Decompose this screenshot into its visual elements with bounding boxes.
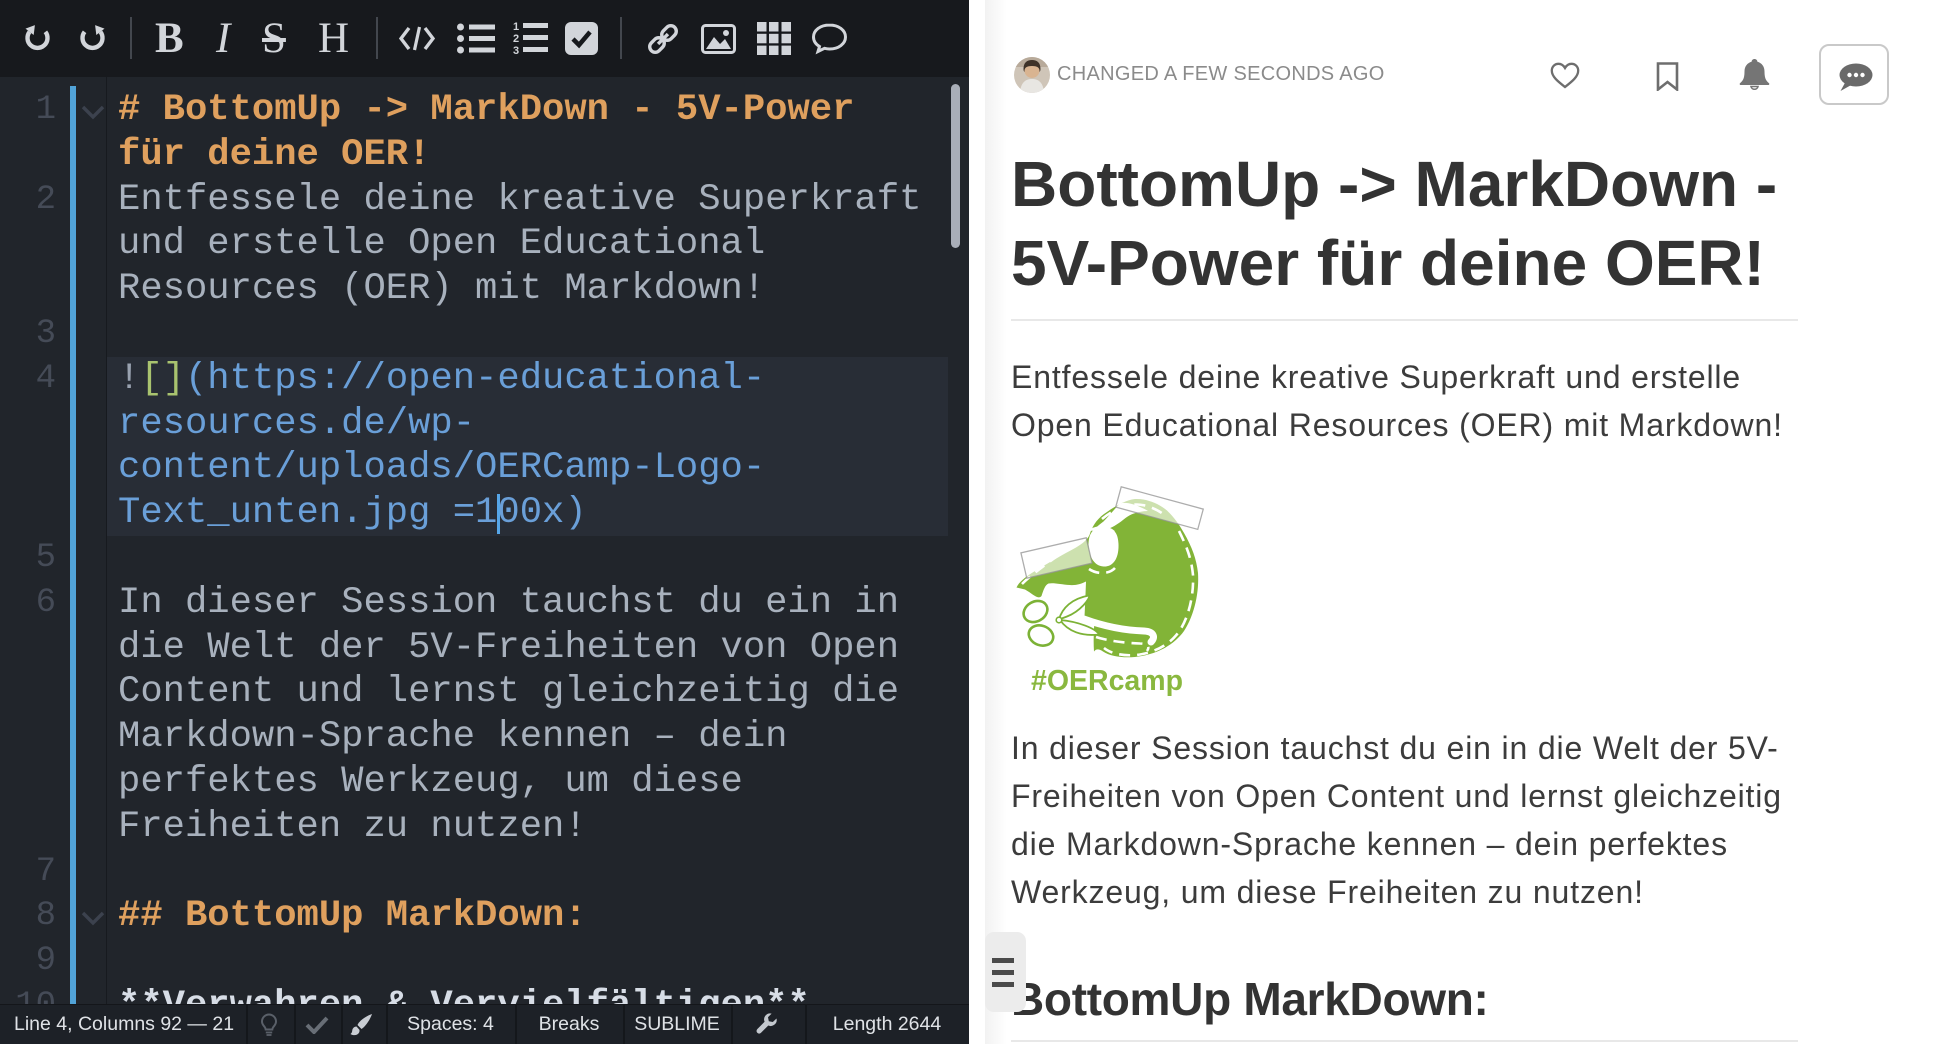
svg-text:2: 2 [513, 33, 519, 45]
svg-text:3: 3 [513, 45, 519, 56]
svg-text:1: 1 [513, 21, 519, 33]
